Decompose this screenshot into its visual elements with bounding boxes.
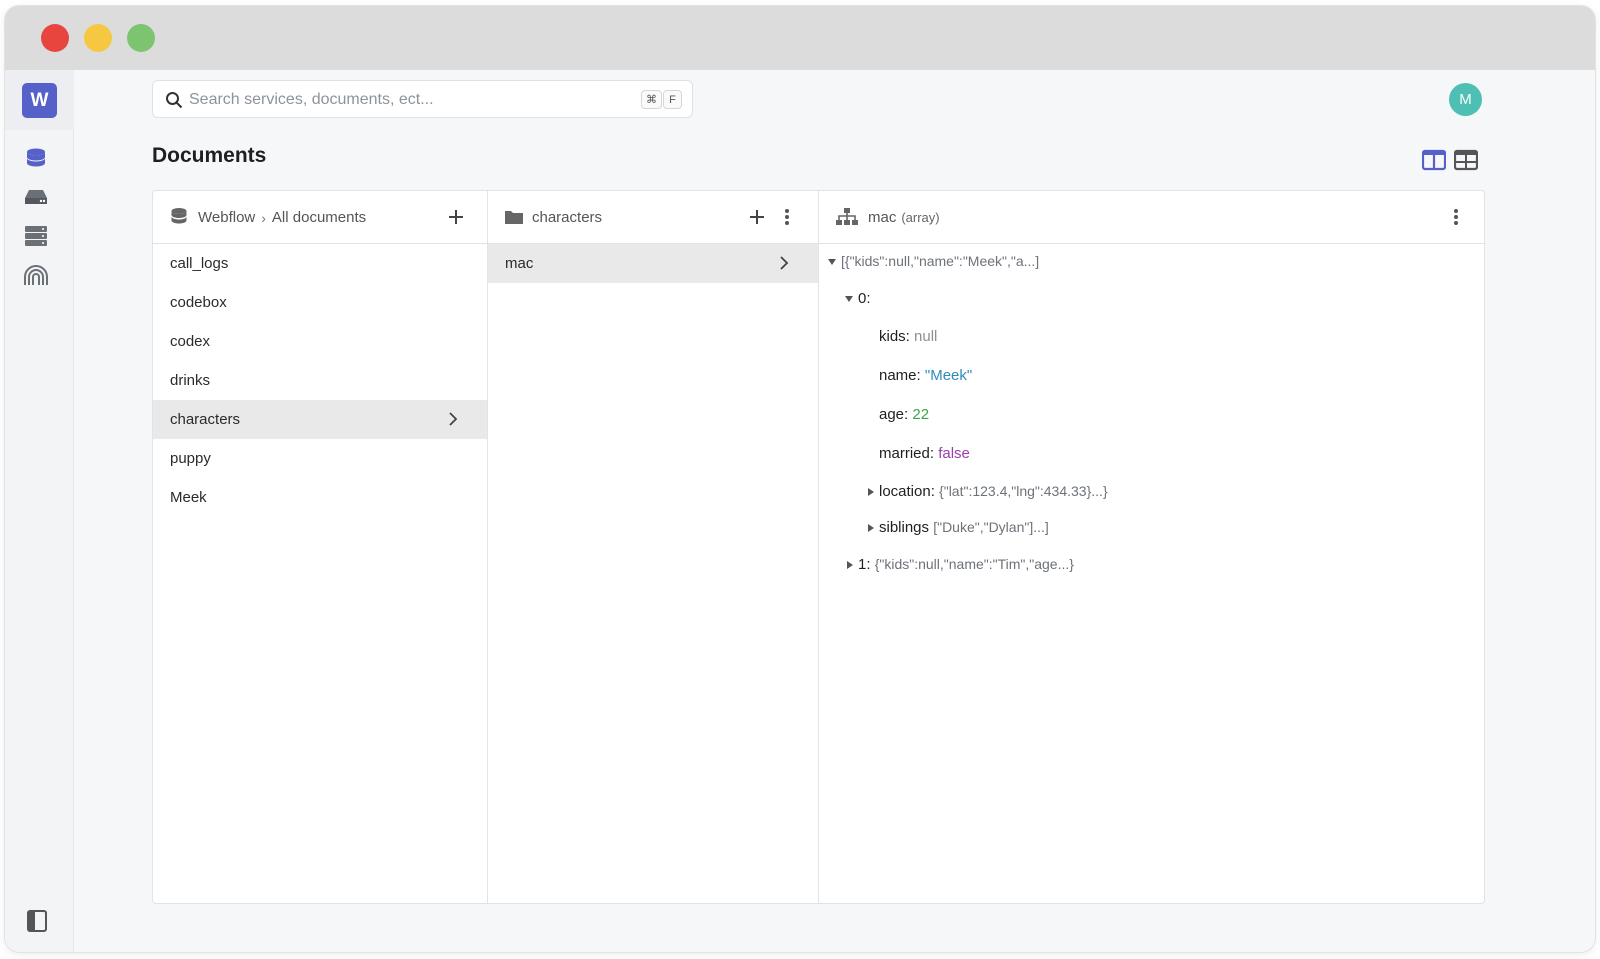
- document-viewer-header: mac (array): [819, 191, 1484, 244]
- zoom-window-button[interactable]: [127, 24, 155, 52]
- document-browser: Webflow › All documents call_logscodebox…: [152, 190, 1485, 904]
- item-preview: {"kids":null,"name":"Tim","age...}: [874, 556, 1074, 572]
- root-preview: [{"kids":null,"name":"Meek","a...]: [841, 253, 1040, 269]
- collection-item-label: codex: [170, 333, 211, 350]
- collection-item-label: puppy: [170, 450, 211, 467]
- field-key: name:: [879, 367, 921, 384]
- field-value[interactable]: false: [938, 445, 970, 462]
- document-viewer-title: mac (array): [868, 209, 940, 226]
- collection-item[interactable]: call_logs: [153, 244, 487, 283]
- server-icon[interactable]: [23, 223, 49, 249]
- search-placeholder: Search services, documents, ect...: [189, 91, 434, 108]
- database-icon: [169, 207, 189, 227]
- workspace-logo[interactable]: W: [22, 83, 57, 118]
- item-index: 1:: [858, 556, 871, 573]
- field-preview: ["Duke","Dylan"]...]: [933, 519, 1049, 535]
- breadcrumb-root[interactable]: Webflow: [198, 209, 255, 226]
- field-row-location[interactable]: location: {"lat":123.4,"lng":434.33}...}: [868, 483, 1108, 500]
- folder-icon: [504, 207, 524, 227]
- more-options-icon[interactable]: [1446, 207, 1466, 227]
- collection-item[interactable]: Meek: [153, 478, 487, 517]
- field-key: age:: [879, 406, 909, 423]
- collection-item-label: drinks: [170, 372, 211, 389]
- add-document-button[interactable]: [747, 207, 767, 227]
- collections-panel-header: Webflow › All documents: [153, 191, 487, 244]
- expand-toggle-icon[interactable]: [868, 488, 874, 497]
- collections-panel: Webflow › All documents call_logscodebox…: [153, 191, 488, 903]
- database-icon[interactable]: [23, 146, 49, 172]
- item-index: 0:: [858, 290, 871, 307]
- field-key: location:: [879, 483, 935, 500]
- breadcrumb: Webflow › All documents: [198, 209, 366, 226]
- collection-item-label: Meek: [170, 489, 207, 506]
- drive-icon[interactable]: [23, 184, 49, 210]
- expand-toggle-icon[interactable]: [845, 296, 853, 303]
- shortcut-cmd-key: ⌘: [641, 90, 662, 109]
- field-value[interactable]: 22: [912, 406, 929, 423]
- document-item[interactable]: mac: [488, 244, 818, 283]
- hierarchy-icon: [835, 207, 859, 227]
- title-bar: [5, 6, 1595, 70]
- grid-view-icon[interactable]: [1453, 149, 1479, 171]
- columns-view-icon[interactable]: [1421, 149, 1447, 171]
- collection-item-label: codebox: [170, 294, 227, 311]
- fingerprint-icon[interactable]: [23, 262, 49, 288]
- field-row[interactable]: name: "Meek": [879, 367, 972, 384]
- documents-panel: characters mac: [488, 191, 819, 903]
- document-type: (array): [901, 210, 940, 225]
- minimize-window-button[interactable]: [84, 24, 112, 52]
- tree-item-0[interactable]: 0:: [845, 290, 871, 307]
- expand-toggle-icon[interactable]: [847, 561, 853, 570]
- collection-item[interactable]: puppy: [153, 439, 487, 478]
- tree-item-1[interactable]: 1: {"kids":null,"name":"Tim","age...}: [847, 556, 1074, 573]
- field-key: kids:: [879, 328, 910, 345]
- field-row[interactable]: age: 22: [879, 406, 929, 423]
- user-avatar[interactable]: M: [1449, 83, 1482, 116]
- document-name: mac: [868, 209, 897, 226]
- close-window-button[interactable]: [41, 24, 69, 52]
- field-row-siblings[interactable]: siblings ["Duke","Dylan"]...]: [868, 519, 1049, 536]
- documents-panel-header: characters: [488, 191, 818, 244]
- search-bar[interactable]: Search services, documents, ect... ⌘ F: [152, 80, 693, 118]
- tree-root-node[interactable]: [{"kids":null,"name":"Meek","a...]: [828, 253, 1039, 270]
- field-row[interactable]: kids: null: [879, 328, 937, 345]
- field-value[interactable]: "Meek": [925, 367, 972, 384]
- add-collection-button[interactable]: [446, 207, 466, 227]
- collection-item[interactable]: codex: [153, 322, 487, 361]
- expand-toggle-icon[interactable]: [868, 524, 874, 533]
- document-item-label: mac: [505, 255, 534, 272]
- collection-item[interactable]: characters: [153, 400, 487, 439]
- breadcrumb-current[interactable]: All documents: [272, 209, 366, 226]
- collection-item-label: call_logs: [170, 255, 229, 272]
- field-preview: {"lat":123.4,"lng":434.33}...}: [939, 483, 1108, 499]
- app-window: W Search services, documents, ect... ⌘ F…: [5, 6, 1595, 952]
- logo-area: W: [5, 70, 74, 130]
- collection-item-label: characters: [170, 411, 241, 428]
- field-key: siblings: [879, 519, 930, 536]
- shortcut-f-key: F: [663, 90, 682, 109]
- chevron-right-icon: ›: [261, 209, 266, 226]
- expand-toggle-icon[interactable]: [828, 259, 836, 266]
- chevron-right-icon: [447, 412, 459, 426]
- collection-item[interactable]: drinks: [153, 361, 487, 400]
- search-icon: [165, 91, 183, 109]
- chevron-right-icon: [778, 256, 790, 270]
- sidebar-toggle-icon[interactable]: [27, 910, 47, 932]
- document-viewer-panel: mac (array) [{"kids":null,"name":"Meek",…: [819, 191, 1484, 903]
- documents-panel-title: characters: [532, 209, 603, 226]
- collection-item[interactable]: codebox: [153, 283, 487, 322]
- field-row[interactable]: married: false: [879, 445, 970, 462]
- field-value[interactable]: null: [914, 328, 937, 345]
- sidebar: W: [5, 70, 74, 952]
- page-title: Documents: [152, 144, 267, 167]
- more-options-icon[interactable]: [777, 207, 797, 227]
- field-key: married:: [879, 445, 935, 462]
